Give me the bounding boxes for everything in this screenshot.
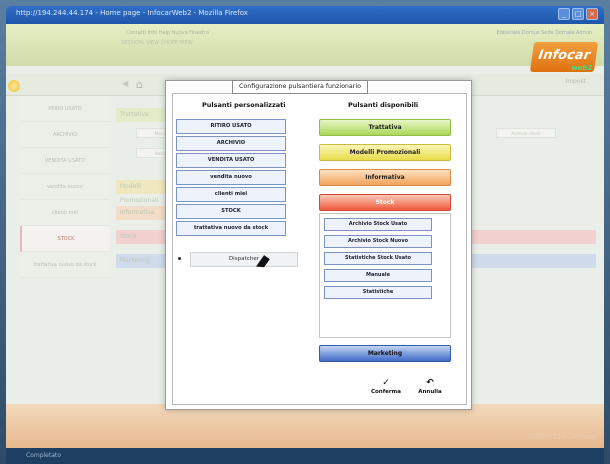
sidebar-item[interactable]: trattativa nuovo da stock [20,252,110,278]
desktop: http://194.244.44.174 - Home page - Info… [0,0,610,464]
status-text: Completato [26,452,61,459]
cancel-label: Annulla [418,389,442,395]
close-button[interactable]: × [586,8,598,20]
mouse-cursor-icon [259,258,268,266]
undo-icon: ↶ [426,378,434,388]
sidebar-item[interactable]: vendita nuovo [20,174,110,200]
bg-row-modelli: Modelli Promozionali [116,180,166,204]
personalized-button[interactable]: STOCK [176,204,286,219]
dialog-title: Configurazione pulsantiera funzionario [232,80,368,94]
personalized-button[interactable]: clienti miei [176,187,286,202]
personalized-button[interactable]: trattativa nuovo da stock [176,221,286,236]
dispatcher-drop-target[interactable]: Dispatcher [190,252,298,267]
footer-band: EditorialeDomus [6,404,604,448]
status-bar: Completato [6,448,604,464]
bg-row-informativa: Informativa [116,206,166,220]
stock-subpanel: Archivio Stock Usato Archivio Stock Nuov… [319,213,451,338]
personalized-button[interactable]: VENDITA USATO [176,153,286,168]
window-title: http://194.244.44.174 - Home page - Info… [16,9,248,17]
stock-item[interactable]: Statistiche Stock Usato [324,252,432,265]
config-dialog: Configurazione pulsantiera funzionario P… [165,80,472,410]
personalized-title: Pulsanti personalizzati [202,101,286,109]
session-label: SESSION: VIEW CHOPE VIEW [121,40,193,46]
stock-item[interactable]: Manuale [324,269,432,282]
personalized-button[interactable]: ARCHIVIO [176,136,286,151]
personalized-list: RITIRO USATO ARCHIVIO VENDITA USATO vend… [176,119,286,238]
sidebar-item[interactable]: clienti mei [20,200,110,226]
bg-row-trattativa: Trattativa [116,108,166,122]
category-stock[interactable]: Stock [319,194,451,211]
stock-item[interactable]: Archivio Stock Usato [324,218,432,231]
category-marketing[interactable]: Marketing [319,345,451,362]
bg-button: Archivio clienti [496,128,556,138]
sidebar-item-active[interactable]: STOCK [20,226,110,252]
home-icon[interactable]: ⌂ [136,78,148,91]
minimize-button[interactable]: _ [558,8,570,20]
sidebar-item[interactable]: VENDITA USATO [20,148,110,174]
back-arrow-icon[interactable]: ◀ [122,79,128,88]
stock-item[interactable]: Archivio Stock Nuovo [324,235,432,248]
personalized-button[interactable]: RITIRO USATO [176,119,286,134]
confirm-button[interactable]: ✓ Conferma [366,378,406,395]
personalized-button[interactable]: vendita nuovo [176,170,286,185]
sidebar-item[interactable]: PERIO USATO [20,96,110,122]
cancel-button[interactable]: ↶ Annulla [410,378,450,395]
browser-titlebar: http://194.244.44.174 - Home page - Info… [6,6,604,24]
category-informativa[interactable]: Informativa [319,169,451,186]
toolbar-links[interactable]: Contatti Info Help Nuova Finestra [126,30,209,36]
window-controls: _ □ × [558,8,598,20]
top-links[interactable]: Editoriale Domus Sede Domale Admin [497,30,592,36]
category-trattativa[interactable]: Trattativa [319,119,451,136]
bullet-icon [178,257,181,260]
confirm-label: Conferma [370,389,401,395]
orb-icon [8,80,20,92]
settings-link[interactable]: Impost [565,78,586,85]
infocar-logo: Infocar web2 [529,42,599,72]
stock-item[interactable]: Statistiche [324,286,432,299]
dispatcher-row: Dispatcher [178,252,298,268]
sidebar-item[interactable]: ARCHIVIO [20,122,110,148]
brand-watermark: EditorialeDomus [527,432,596,441]
available-title: Pulsanti disponibili [348,101,419,109]
sidebar: PERIO USATO ARCHIVIO VENDITA USATO vendi… [20,96,110,396]
app-header: Contatti Info Help Nuova Finestra SESSIO… [6,24,604,66]
maximize-button[interactable]: □ [572,8,584,20]
confirm-icon: ✓ [382,378,390,388]
category-modelli-promozionali[interactable]: Modelli Promozionali [319,144,451,161]
